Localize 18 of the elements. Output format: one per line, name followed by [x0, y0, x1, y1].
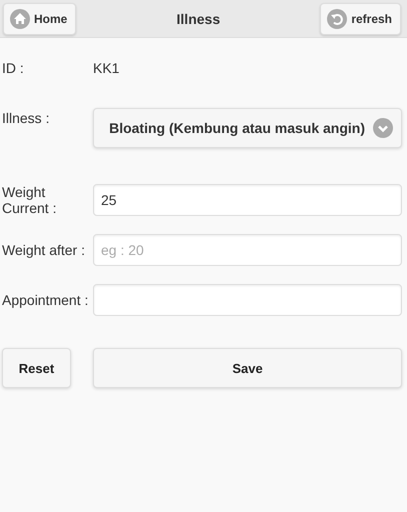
- home-button[interactable]: Home: [3, 2, 76, 34]
- field-label: Weight Current :: [2, 184, 58, 216]
- home-icon: [10, 8, 30, 28]
- refresh-button[interactable]: refresh: [320, 2, 401, 34]
- page-title: Illness: [176, 10, 220, 26]
- input-field[interactable]: eg : 20: [93, 234, 402, 266]
- input-field[interactable]: 25: [93, 184, 402, 216]
- field-label: Weight after :: [2, 242, 86, 258]
- field-label: Appointment :: [2, 292, 90, 308]
- field-label: ID :: [2, 60, 25, 76]
- reset-button[interactable]: Reset: [2, 348, 71, 388]
- field-label: Illness :: [2, 110, 50, 126]
- illness-dropdown[interactable]: Bloating (Kembung atau masuk angin): [93, 108, 402, 148]
- chevron-down-icon: [373, 118, 393, 138]
- input-field[interactable]: [93, 284, 402, 316]
- undo-icon: [327, 8, 348, 28]
- id-value: KK1: [93, 60, 120, 76]
- save-button[interactable]: Save: [93, 348, 402, 388]
